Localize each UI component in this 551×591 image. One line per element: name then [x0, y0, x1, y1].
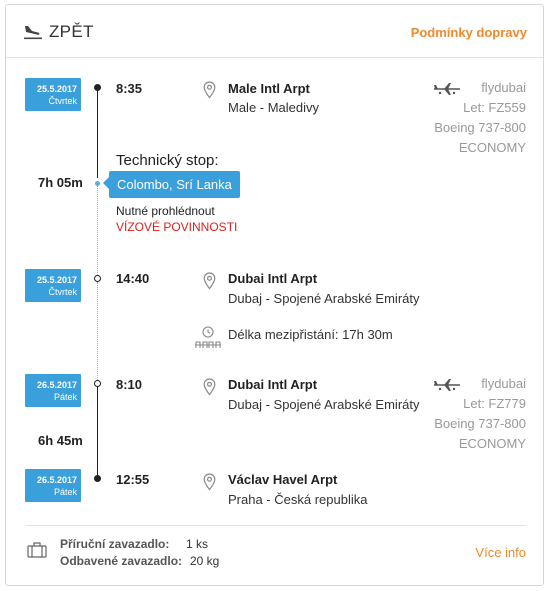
airport-name: Male Intl Arpt: [228, 81, 310, 96]
hand-baggage-value: 1 ks: [186, 537, 209, 551]
date-text: 26.5.2017: [36, 380, 77, 390]
timeline-dot-stop: [95, 181, 100, 186]
date-badge: 25.5.2017 Čtvrtek: [25, 269, 81, 302]
more-info-link[interactable]: Více info: [475, 545, 526, 560]
departure-time: 8:35: [116, 81, 143, 96]
technical-stop-title: Technický stop:: [116, 152, 219, 169]
flight-duration: 7h 05m: [38, 175, 83, 190]
flight-number: Let: FZ559: [463, 100, 526, 115]
day-text: Pátek: [53, 392, 77, 402]
transport-conditions-link[interactable]: Podmínky dopravy: [411, 25, 527, 40]
inspection-note: Nutné prohlédnout: [116, 204, 215, 218]
day-text: Čtvrtek: [48, 96, 77, 106]
aircraft-type: Boeing 737-800: [434, 120, 526, 135]
timeline-dotted-line: [97, 282, 98, 382]
visa-requirements-link[interactable]: VÍZOVÉ POVINNOSTI: [116, 220, 237, 234]
layover-duration: Délka mezipřistání: 17h 30m: [228, 327, 393, 342]
airport-name: Václav Havel Arpt: [228, 472, 338, 487]
date-text: 25.5.2017: [36, 84, 77, 94]
airport-name: Dubai Intl Arpt: [228, 377, 318, 392]
day-text: Čtvrtek: [48, 287, 77, 297]
arrival-time: 14:40: [116, 271, 150, 286]
return-flight-card: ZPĚT Podmínky dopravy 25.5.2017 Čtvrtek …: [5, 4, 544, 586]
date-badge: 26.5.2017 Pátek: [25, 469, 81, 502]
timeline-dot-departure: [94, 84, 101, 91]
location-pin-icon: [203, 378, 216, 396]
footer-divider: [26, 525, 526, 526]
date-text: 26.5.2017: [36, 475, 77, 485]
timeline-dot-departure: [94, 380, 101, 387]
checked-baggage-label: Odbavené zavazadlo:: [60, 554, 183, 568]
departure-time: 8:10: [116, 377, 143, 392]
airport-location: Male - Maledivy: [228, 100, 320, 115]
airline-name: flydubai: [481, 80, 526, 95]
cabin-class: ECONOMY: [458, 140, 526, 155]
airport-location: Dubaj - Spojené Arabské Emiráty: [228, 397, 420, 412]
timeline-line: [97, 385, 98, 478]
date-badge: 26.5.2017 Pátek: [25, 374, 81, 407]
location-pin-icon: [203, 272, 216, 290]
airline-info: flydubai Let: FZ779 Boeing 737-800 ECONO…: [434, 374, 526, 454]
arrival-time: 12:55: [116, 472, 150, 487]
airport-name: Dubai Intl Arpt: [228, 271, 318, 286]
card-header: ZPĚT Podmínky dopravy: [6, 5, 543, 58]
clock-seats-icon: [195, 326, 221, 348]
luggage-icon: [27, 542, 47, 558]
plane-landing-icon: [24, 26, 42, 40]
timeline-dot-arrival: [94, 475, 101, 482]
cabin-class: ECONOMY: [458, 436, 526, 451]
technical-stop-city: Colombo, Srí Lanka: [109, 171, 240, 198]
airport-location: Dubaj - Spojené Arabské Emiráty: [228, 291, 420, 306]
flight-duration: 6h 45m: [38, 433, 83, 448]
day-text: Pátek: [53, 487, 77, 497]
airline-info: flydubai Let: FZ559 Boeing 737-800 ECONO…: [434, 78, 526, 158]
section-title: ZPĚT: [49, 22, 94, 41]
airport-location: Praha - Česká republika: [228, 492, 368, 507]
timeline-dotted-line: [97, 185, 98, 275]
aircraft-type: Boeing 737-800: [434, 416, 526, 431]
date-text: 25.5.2017: [36, 275, 77, 285]
hand-baggage-label: Příruční zavazadlo:: [60, 537, 170, 551]
flight-number: Let: FZ779: [463, 396, 526, 411]
location-pin-icon: [203, 81, 216, 99]
date-badge: 25.5.2017 Čtvrtek: [25, 78, 81, 111]
checked-baggage-value: 20 kg: [190, 554, 220, 568]
airline-name: flydubai: [481, 376, 526, 391]
location-pin-icon: [203, 473, 216, 491]
timeline-dot-arrival: [94, 275, 101, 282]
timeline-line: [97, 87, 98, 178]
